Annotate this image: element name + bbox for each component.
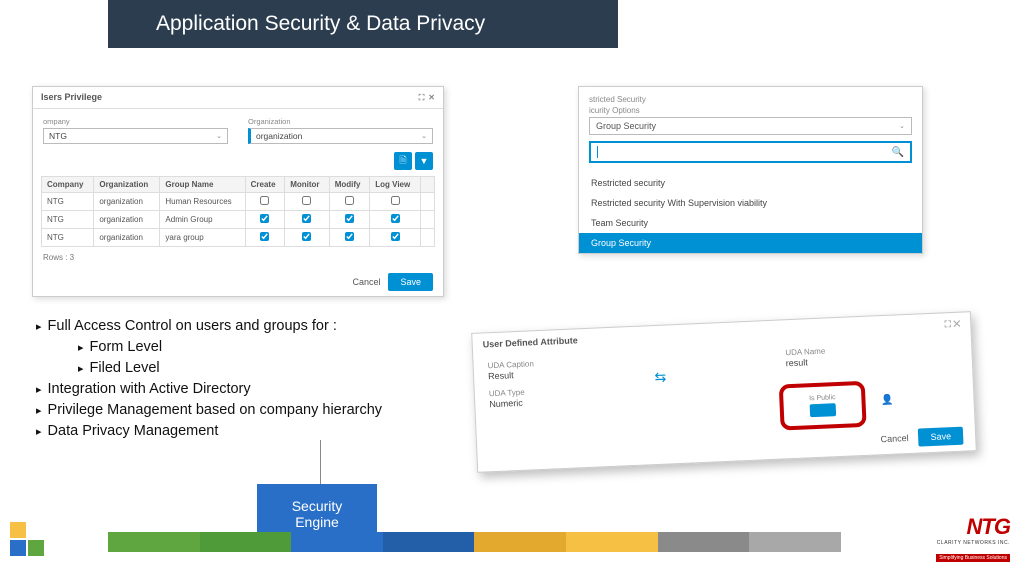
bullet: Filed Level	[78, 358, 382, 379]
save-button[interactable]: Save	[918, 427, 963, 447]
name-value: result	[786, 357, 826, 369]
modify-check[interactable]	[345, 214, 354, 223]
bullet: Form Level	[78, 337, 382, 358]
modify-check[interactable]	[345, 196, 354, 205]
logview-check[interactable]	[391, 214, 400, 223]
cancel-button[interactable]: Cancel	[352, 277, 380, 287]
public-toggle[interactable]	[810, 403, 837, 417]
option-item-selected[interactable]: Group Security	[579, 233, 922, 253]
panel-title: Isers Privilege	[41, 92, 102, 103]
option-item[interactable]: Restricted security	[579, 173, 922, 193]
caption-value: Result	[488, 369, 535, 381]
export-icon[interactable]: 🗎	[394, 152, 412, 170]
panel-header: Isers Privilege ⛶✕	[33, 87, 443, 109]
search-input[interactable]: 🔍	[589, 141, 912, 163]
feature-bullets: Full Access Control on users and groups …	[36, 316, 382, 442]
chevron-down-icon: ⌄	[899, 122, 905, 130]
bullet: Full Access Control on users and groups …	[36, 316, 382, 337]
rows-count: Rows : 3	[33, 247, 443, 268]
monitor-check[interactable]	[302, 232, 311, 241]
org-label: Organization	[248, 117, 433, 126]
create-check[interactable]	[260, 232, 269, 241]
logview-check[interactable]	[391, 232, 400, 241]
search-icon: 🔍	[892, 147, 904, 158]
table-row: NTGorganizationHuman Resources	[42, 193, 435, 211]
slide-title: Application Security & Data Privacy	[108, 0, 618, 48]
type-value: Numeric	[489, 397, 536, 409]
filter-icon[interactable]: ▼	[415, 152, 433, 170]
monitor-check[interactable]	[302, 196, 311, 205]
security-dropdown[interactable]: Group Security⌄	[589, 117, 912, 135]
monitor-check[interactable]	[302, 214, 311, 223]
window-controls[interactable]: ⛶ ✕	[944, 319, 960, 331]
table-row: NTGorganizationAdmin Group	[42, 211, 435, 229]
is-public-highlight: Is Public	[779, 381, 867, 431]
option-item[interactable]: Team Security	[579, 213, 922, 233]
bullet: Privilege Management based on company hi…	[36, 400, 382, 421]
public-label: Is Public	[809, 394, 836, 402]
cancel-button[interactable]: Cancel	[880, 433, 908, 444]
name-label: UDA Name	[785, 347, 825, 358]
logo-blocks	[10, 522, 44, 556]
chevron-down-icon: ⌄	[421, 132, 427, 140]
bullet: Integration with Active Directory	[36, 379, 382, 400]
users-privilege-panel: Isers Privilege ⛶✕ ompany NTG⌄ Organizat…	[32, 86, 444, 297]
color-strip	[108, 532, 1024, 552]
swap-icon[interactable]: ⇆	[654, 369, 666, 386]
table-row: NTGorganizationyara group	[42, 229, 435, 247]
org-select[interactable]: organization⌄	[248, 128, 433, 144]
ntg-logo: NTG CLARITY NETWORKS INC. Simplifying Bu…	[936, 514, 1010, 564]
restricted-label: stricted Security	[589, 95, 912, 104]
maximize-icon[interactable]: ⛶	[419, 93, 425, 102]
security-options-panel: stricted Security icurity Options Group …	[578, 86, 923, 254]
privilege-table: CompanyOrganizationGroup NameCreateMonit…	[41, 176, 435, 247]
save-button[interactable]: Save	[388, 273, 433, 291]
company-label: ompany	[43, 117, 228, 126]
close-icon[interactable]: ✕	[428, 93, 435, 102]
create-check[interactable]	[260, 214, 269, 223]
user-icon: 👤	[881, 395, 894, 407]
company-select[interactable]: NTG⌄	[43, 128, 228, 144]
uda-panel: User Defined Attribute⛶ ✕ UDA Caption Re…	[471, 311, 977, 473]
chevron-down-icon: ⌄	[216, 132, 222, 140]
window-controls[interactable]: ⛶✕	[415, 92, 435, 103]
modify-check[interactable]	[345, 232, 354, 241]
connector-line	[320, 440, 321, 484]
option-item[interactable]: Restricted security With Supervision via…	[579, 193, 922, 213]
options-label: icurity Options	[589, 106, 912, 115]
uda-header: User Defined Attribute	[482, 335, 578, 350]
create-check[interactable]	[260, 196, 269, 205]
bullet: Data Privacy Management	[36, 421, 382, 442]
options-list: Restricted security Restricted security …	[579, 173, 922, 253]
logview-check[interactable]	[391, 196, 400, 205]
